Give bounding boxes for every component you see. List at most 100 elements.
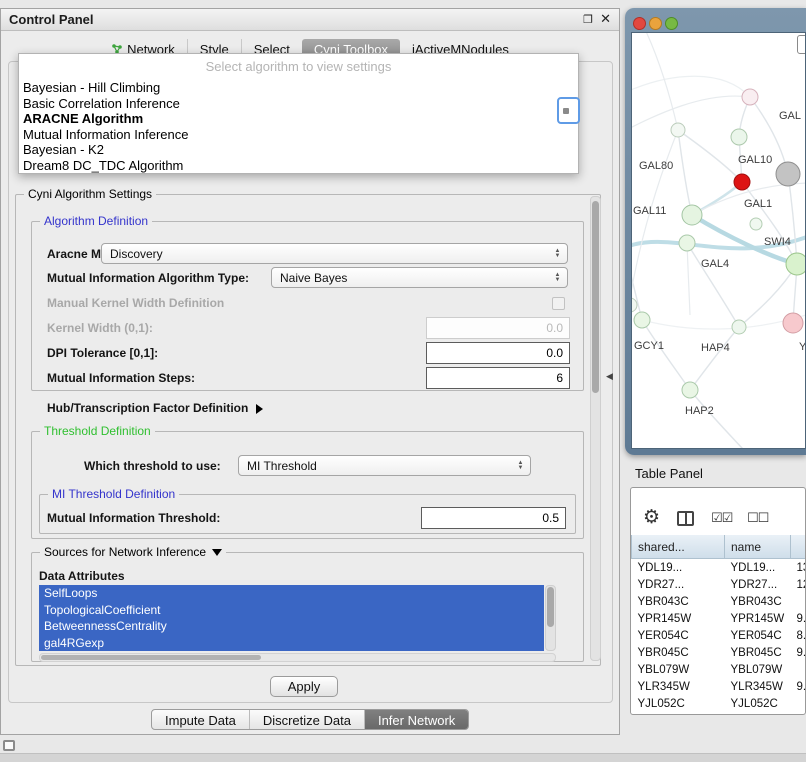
table-cell: YBR043C (725, 593, 791, 610)
scrollbar-thumb[interactable] (41, 655, 261, 660)
table-cell: YDL19... (632, 559, 725, 577)
mi-threshold-field[interactable]: 0.5 (421, 507, 566, 529)
table-row[interactable]: YDL19...YDL19...13 (632, 559, 806, 577)
select-all-checkboxes-icon[interactable]: ☑☑ (711, 510, 732, 526)
manual-kernel-checkbox[interactable] (552, 297, 565, 310)
tab-discretize-data[interactable]: Discretize Data (249, 710, 364, 729)
zoom-traffic-light[interactable] (665, 17, 678, 30)
triangle-right-icon (256, 404, 263, 414)
network-edge (642, 313, 806, 329)
list-item[interactable]: SelfLoops (39, 585, 544, 602)
table-cell: 8. (791, 627, 806, 644)
table-row[interactable]: YER054CYER054C8. (632, 627, 806, 644)
mi-threshold-definition-title: MI Threshold Definition (48, 487, 179, 501)
table-cell (791, 593, 806, 610)
table-row[interactable]: YJL052CYJL052C (632, 695, 806, 712)
table-row[interactable]: YBR043CYBR043C (632, 593, 806, 610)
network-node[interactable] (742, 89, 758, 105)
algorithm-dropdown-item[interactable]: Dream8 DC_TDC Algorithm (19, 158, 578, 174)
table-panel-title: Table Panel (635, 466, 703, 481)
scrollbar-thumb[interactable] (547, 587, 554, 627)
float-window-icon[interactable]: ❐ (583, 13, 593, 26)
table-row[interactable]: YBL079WYBL079W (632, 661, 806, 678)
algorithm-dropdown-item[interactable]: Mutual Information Inference (19, 127, 578, 143)
network-node[interactable] (679, 235, 695, 251)
table-row[interactable]: YBR045CYBR045C9. (632, 644, 806, 661)
network-node[interactable] (786, 253, 806, 275)
network-node[interactable] (682, 205, 702, 225)
deselect-all-checkboxes-icon[interactable]: ☐☐ (747, 510, 768, 526)
node-attribute-table: shared... name YDL19...YDL19...13YDR27..… (631, 535, 806, 712)
table-cell: YBL079W (632, 661, 725, 678)
kernel-width-field[interactable]: 0.0 (426, 317, 570, 339)
chevron-updown-icon: ▲▼ (550, 273, 565, 283)
table-cell: YBR045C (725, 644, 791, 661)
table-row[interactable]: YLR345WYLR345W9. (632, 678, 806, 695)
close-window-icon[interactable]: ✕ (600, 11, 611, 27)
combo-stub-glyph (563, 108, 569, 114)
network-node[interactable] (634, 312, 650, 328)
tab-impute-data[interactable]: Impute Data (152, 710, 249, 729)
network-node[interactable] (632, 298, 637, 312)
focused-combo-stub[interactable] (557, 97, 580, 124)
mi-type-select[interactable]: Naive Bayes ▲▼ (271, 267, 568, 288)
network-node[interactable] (671, 123, 685, 137)
hub-definition-expander[interactable]: Hub/Transcription Factor Definition (47, 400, 263, 416)
column-header[interactable] (791, 535, 806, 559)
network-node[interactable] (783, 313, 803, 333)
minimized-panel-icon[interactable] (3, 740, 15, 751)
scrollbar-thumb[interactable] (592, 201, 599, 393)
network-node[interactable] (682, 382, 698, 398)
desktop: Control Panel ❐ ✕ Network Style Select C… (0, 0, 806, 762)
network-node[interactable] (731, 129, 747, 145)
table-cell: YJL052C (632, 695, 725, 712)
table-row[interactable]: YPR145WYPR145W9. (632, 610, 806, 627)
table-row[interactable]: YDR27...YDR27...12 (632, 576, 806, 593)
table-cell: YLR345W (632, 678, 725, 695)
algorithm-dropdown-item-selected[interactable]: ARACNE Algorithm (19, 111, 578, 127)
list-item[interactable]: TopologicalCoefficient (39, 602, 544, 619)
aracne-mode-value: Discovery (102, 247, 550, 261)
apply-button[interactable]: Apply (270, 676, 338, 697)
control-panel-titlebar[interactable]: Control Panel ❐ ✕ (1, 9, 619, 31)
attribute-list-vscrollbar[interactable] (545, 585, 556, 651)
minimize-traffic-light[interactable] (649, 17, 662, 30)
list-item[interactable]: BetweennessCentrality (39, 618, 544, 635)
table-cell: YER054C (725, 627, 791, 644)
table-cell: YDL19... (725, 559, 791, 577)
column-header[interactable]: name (725, 535, 791, 559)
attribute-list-hscrollbar[interactable] (39, 653, 556, 662)
network-node[interactable] (734, 174, 750, 190)
which-threshold-select[interactable]: MI Threshold ▲▼ (238, 455, 531, 476)
columns-icon[interactable] (677, 511, 694, 526)
mi-steps-label: Mutual Information Steps: (47, 370, 195, 386)
mi-steps-field[interactable]: 6 (426, 367, 570, 389)
network-node[interactable] (776, 162, 800, 186)
table-panel-window: ⚙ ☑☑ ☐☐ shared... name YDL19...YDL19...1… (630, 487, 806, 715)
dpi-tolerance-field[interactable]: 0.0 (426, 342, 570, 364)
panel-collapse-icon[interactable]: ◀ (606, 371, 613, 382)
tab-infer-network[interactable]: Infer Network (364, 710, 468, 729)
which-threshold-label: Which threshold to use: (84, 458, 221, 474)
algorithm-dropdown-item[interactable]: Basic Correlation Inference (19, 96, 578, 112)
gear-icon[interactable]: ⚙ (643, 506, 660, 529)
chevron-updown-icon: ▲▼ (550, 249, 565, 259)
sources-collapser[interactable]: Sources for Network Inference (40, 545, 226, 559)
algorithm-dropdown-item[interactable]: Bayesian - Hill Climbing (19, 80, 578, 96)
table-cell: 9. (791, 610, 806, 627)
list-item[interactable]: gal4RGexp (39, 635, 544, 652)
canvas-toolbar-remnant[interactable] (797, 35, 806, 54)
column-header[interactable]: shared... (632, 535, 725, 559)
algorithm-dropdown-item[interactable]: Bayesian - K2 (19, 142, 578, 158)
close-traffic-light[interactable] (633, 17, 646, 30)
settings-vscrollbar[interactable] (590, 196, 601, 661)
mi-type-value: Naive Bayes (272, 271, 550, 285)
network-node[interactable] (750, 218, 762, 230)
network-node[interactable] (732, 320, 746, 334)
table-cell: YBR045C (632, 644, 725, 661)
table-cell: YER054C (632, 627, 725, 644)
sources-title: Sources for Network Inference (44, 545, 206, 559)
aracne-mode-select[interactable]: Discovery ▲▼ (101, 243, 568, 264)
network-edge (632, 96, 750, 131)
network-canvas[interactable]: GALGAL80GAL10GAL11GAL1SWI4GAL4GCY1HAP4HA… (631, 32, 806, 449)
